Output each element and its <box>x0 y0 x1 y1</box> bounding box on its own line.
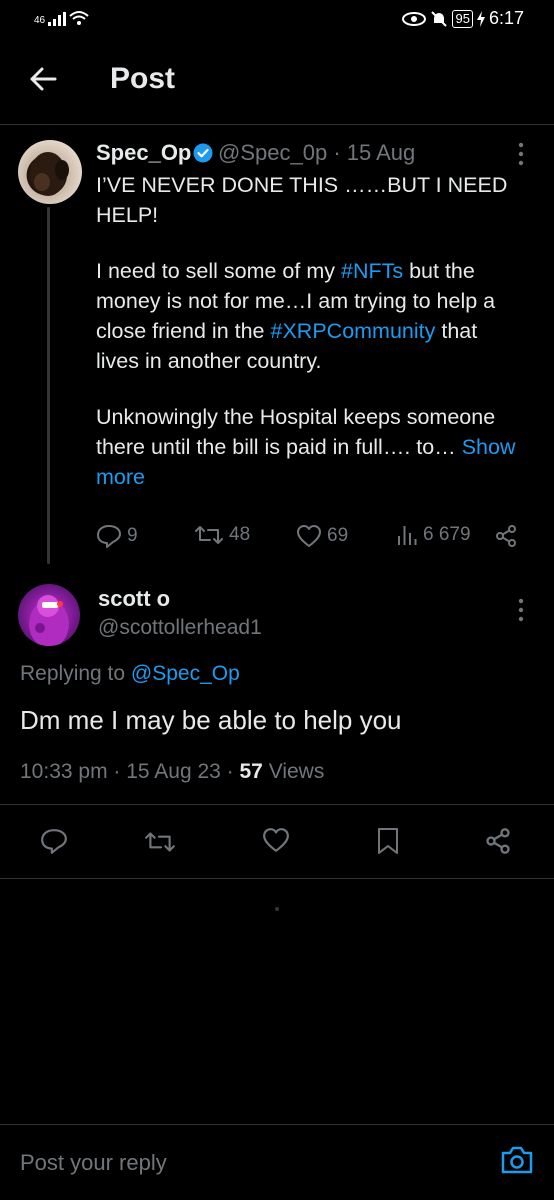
share-button[interactable] <box>484 827 512 855</box>
status-bar: 46 95 6:17 <box>0 0 554 40</box>
back-arrow-icon <box>30 67 57 91</box>
signal-icon <box>48 12 67 26</box>
post-paragraph: I’VE NEVER DONE THIS ……BUT I NEED HELP! <box>96 173 508 227</box>
views-count: 6 679 <box>423 524 471 545</box>
replying-to-link[interactable]: @Spec_Op <box>131 662 240 685</box>
avatar[interactable] <box>18 584 80 646</box>
loading-dot <box>275 907 279 911</box>
hashtag-link[interactable]: #XRPCommunity <box>271 319 436 343</box>
views-icon <box>398 526 417 545</box>
hashtag-link[interactable]: #NFTs <box>341 259 403 283</box>
more-icon <box>518 142 524 166</box>
share-icon <box>496 525 516 547</box>
reply-icon <box>97 525 121 548</box>
signal-indicator: 46 <box>34 10 89 26</box>
reply-handle[interactable]: @scottollerhead1 <box>98 616 262 640</box>
post-author-name[interactable]: Spec_Op <box>96 140 191 166</box>
composer-divider <box>0 1124 554 1125</box>
camera-button[interactable] <box>500 1145 534 1175</box>
post-paragraph: I need to sell some of my #NFTs but the … <box>96 256 526 376</box>
text-span: I need to sell some of my <box>96 259 341 283</box>
like-count: 69 <box>327 525 349 546</box>
reply-meta: 10:33 pm · 15 Aug 23 · 57 Views <box>20 760 324 784</box>
avatar-image <box>29 595 69 646</box>
reply-button[interactable]: 9 <box>96 524 138 548</box>
meta-separator: · <box>333 140 347 165</box>
camera-icon <box>501 1146 533 1174</box>
repost-icon <box>145 832 175 852</box>
reply-views-label: Views <box>268 760 325 783</box>
avatar[interactable] <box>18 140 82 204</box>
network-type: 46 <box>34 15 46 26</box>
reply-views-count: 57 <box>239 760 263 783</box>
back-button[interactable] <box>28 64 58 94</box>
reply-icon <box>41 829 67 854</box>
replying-label: Replying to <box>20 662 126 685</box>
avatar-image <box>30 152 69 196</box>
mute-bell-icon <box>431 10 448 27</box>
post-body: I’VE NEVER DONE THIS ……BUT I NEED HELP! … <box>96 170 526 518</box>
repost-button[interactable] <box>144 830 176 854</box>
header-divider <box>0 124 554 125</box>
more-button[interactable] <box>518 142 524 166</box>
views-button[interactable]: 6 679 <box>396 524 471 546</box>
reply-date: 15 Aug 23 <box>126 760 221 783</box>
clock: 6:17 <box>488 8 524 28</box>
replying-to: Replying to @Spec_Op <box>20 662 240 686</box>
reply-input[interactable]: Post your reply <box>20 1150 167 1176</box>
like-icon <box>297 525 321 547</box>
thread-line <box>47 207 50 564</box>
wifi-icon <box>69 11 89 25</box>
verified-badge <box>193 143 213 163</box>
repost-count: 48 <box>229 524 251 545</box>
repost-button[interactable]: 48 <box>194 524 250 546</box>
post-paragraph: Unknowingly the Hospital keeps someone t… <box>96 402 526 492</box>
post-handle[interactable]: @Spec_0p <box>218 140 327 165</box>
reply-time: 10:33 pm <box>20 760 108 783</box>
like-button[interactable] <box>262 827 290 853</box>
actions-divider <box>0 878 554 879</box>
like-icon <box>263 828 289 852</box>
meta-separator: · <box>220 760 240 783</box>
meta-divider <box>0 804 554 805</box>
more-icon <box>518 598 524 622</box>
eye-icon <box>402 11 427 26</box>
battery-indicator: 95 <box>452 9 473 28</box>
like-button[interactable]: 69 <box>296 524 348 548</box>
more-button[interactable] <box>518 598 524 622</box>
text-span: Unknowingly the Hospital keeps someone t… <box>96 405 496 459</box>
bookmark-icon <box>378 828 398 854</box>
meta-separator: · <box>107 760 127 783</box>
reply-text: Dm me I may be able to help you <box>20 705 402 735</box>
share-icon <box>486 828 510 854</box>
page-title: Post <box>110 62 176 95</box>
charging-icon <box>476 10 485 27</box>
reply-button[interactable] <box>40 827 68 855</box>
bookmark-button[interactable] <box>376 827 400 855</box>
post-meta: @Spec_0p · 15 Aug <box>218 140 415 166</box>
repost-icon <box>195 526 223 544</box>
share-button[interactable] <box>494 524 518 548</box>
reply-count: 9 <box>127 525 138 546</box>
status-right: 95 6:17 <box>402 8 524 29</box>
reply-author-name[interactable]: scott o <box>98 586 170 612</box>
post-date[interactable]: 15 Aug <box>347 140 416 165</box>
verified-icon <box>193 143 213 163</box>
